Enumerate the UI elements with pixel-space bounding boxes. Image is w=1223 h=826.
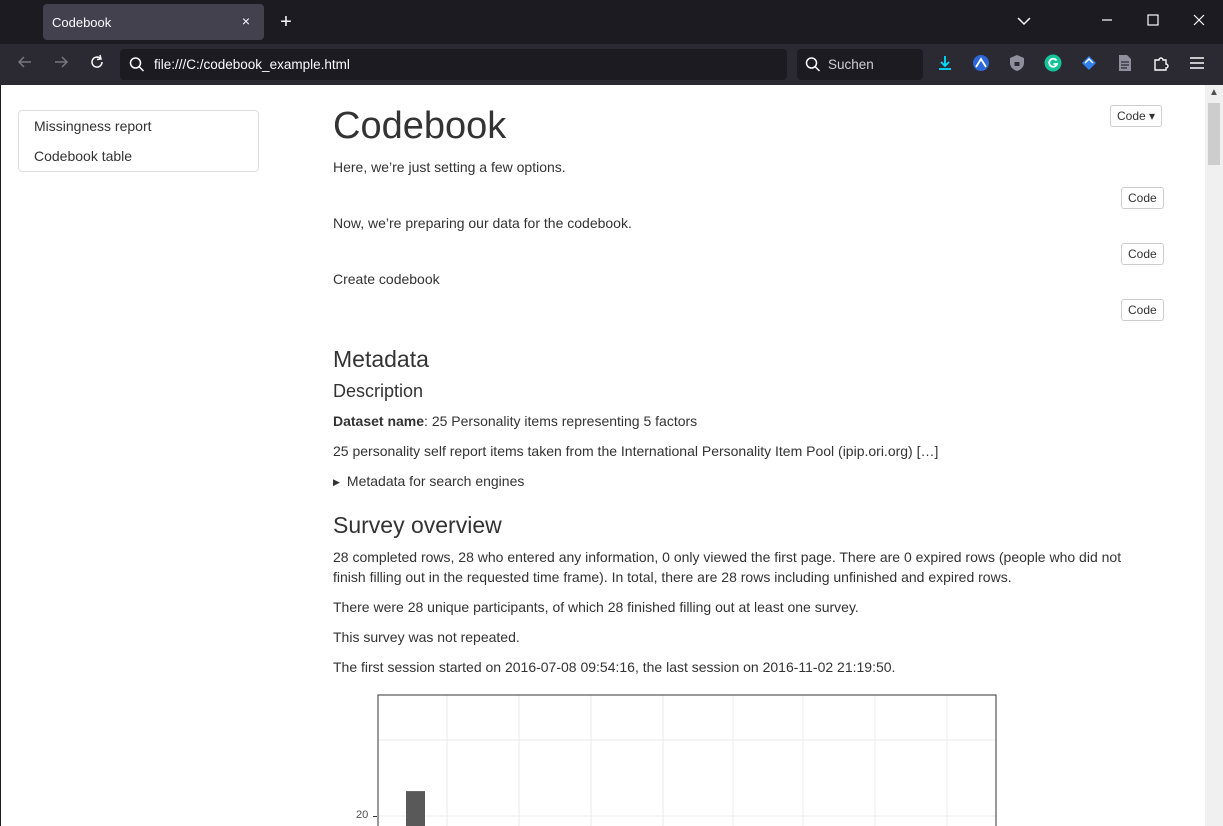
forward-arrow-icon[interactable] bbox=[50, 54, 72, 76]
scrollbar-thumb[interactable] bbox=[1208, 103, 1220, 165]
close-window-icon[interactable] bbox=[1189, 12, 1209, 32]
minimize-icon[interactable] bbox=[1097, 12, 1117, 32]
dataset-description: 25 personality self report items taken f… bbox=[333, 443, 939, 459]
metadata-search-engines-toggle[interactable]: ▶ Metadata for search engines bbox=[333, 473, 524, 489]
survey-repeat-text: This survey was not repeated. bbox=[333, 629, 520, 645]
sessions-histogram bbox=[377, 694, 997, 826]
toc-item-codebook-table[interactable]: Codebook table bbox=[34, 148, 132, 164]
search-box[interactable]: Suchen bbox=[797, 49, 923, 80]
survey-sessions-text: The first session started on 2016-07-08 … bbox=[333, 659, 896, 675]
table-of-contents: Missingness report Codebook table bbox=[18, 110, 259, 172]
description-heading: Description bbox=[333, 381, 424, 401]
grammarly-icon[interactable] bbox=[1042, 54, 1064, 76]
survey-participants-text: There were 28 unique participants, of wh… bbox=[333, 599, 859, 615]
url-text: file:///C:/codebook_example.html bbox=[154, 57, 350, 72]
page-title: Codebook bbox=[333, 105, 507, 147]
scroll-up-arrow-icon[interactable]: ▲ bbox=[1209, 87, 1219, 98]
survey-rows-text: 28 completed rows, 28 who entered any in… bbox=[333, 549, 1122, 585]
tab-codebook[interactable]: Codebook × bbox=[43, 4, 264, 40]
plot-panel bbox=[378, 695, 997, 826]
menu-hamburger-icon[interactable] bbox=[1186, 54, 1208, 76]
navigation-toolbar: file:///C:/codebook_example.html Suchen bbox=[0, 44, 1223, 85]
tab-strip: Codebook × + bbox=[0, 0, 1223, 44]
shield-lock-icon[interactable] bbox=[1006, 54, 1028, 76]
dataset-name-value: : 25 Personality items representing 5 fa… bbox=[424, 413, 698, 429]
dataset-name-label: Dataset name bbox=[333, 413, 425, 429]
survey-overview-heading: Survey overview bbox=[333, 512, 502, 538]
intro-text-preparing: Now, we’re preparing our data for the co… bbox=[333, 215, 632, 231]
vpn-extension-icon[interactable] bbox=[970, 54, 992, 76]
y-axis-tick-label: 20 bbox=[356, 809, 369, 821]
y-axis-tick-mark bbox=[373, 816, 377, 817]
address-bar[interactable]: file:///C:/codebook_example.html bbox=[120, 49, 787, 80]
close-tab-icon[interactable]: × bbox=[238, 13, 254, 29]
intro-text-options: Here, we’re just setting a few options. bbox=[333, 159, 566, 175]
new-tab-button[interactable]: + bbox=[276, 12, 296, 32]
list-all-tabs-icon[interactable] bbox=[1014, 12, 1034, 32]
toc-item-missingness-report[interactable]: Missingness report bbox=[34, 118, 152, 134]
page-content: Missingness report Codebook table Codebo… bbox=[1, 85, 1205, 826]
tab-title: Codebook bbox=[52, 14, 112, 30]
dataset-name-line: Dataset name: 25 Personality items repre… bbox=[333, 411, 697, 431]
metadata-heading: Metadata bbox=[333, 346, 429, 372]
document-icon[interactable] bbox=[1114, 54, 1136, 76]
vertical-scrollbar[interactable]: ▲ bbox=[1205, 85, 1223, 826]
code-toggle-button[interactable]: Code bbox=[1121, 243, 1164, 265]
histogram-bar bbox=[406, 791, 425, 826]
extensions-puzzle-icon[interactable] bbox=[1150, 54, 1172, 76]
reload-icon[interactable] bbox=[86, 54, 108, 76]
search-placeholder: Suchen bbox=[828, 57, 874, 72]
download-icon[interactable] bbox=[934, 54, 956, 76]
diamond-extension-icon[interactable] bbox=[1078, 54, 1100, 76]
code-toggle-button[interactable]: Code bbox=[1121, 187, 1164, 209]
code-toggle-button[interactable]: Code bbox=[1121, 299, 1164, 321]
code-dropdown-button[interactable]: Code ▾ bbox=[1110, 105, 1163, 127]
intro-text-create: Create codebook bbox=[333, 271, 440, 287]
metadata-search-engines-label: Metadata for search engines bbox=[346, 473, 525, 489]
maximize-icon[interactable] bbox=[1143, 12, 1163, 32]
disclosure-triangle-icon: ▶ bbox=[333, 477, 340, 487]
back-arrow-icon[interactable] bbox=[14, 54, 36, 76]
